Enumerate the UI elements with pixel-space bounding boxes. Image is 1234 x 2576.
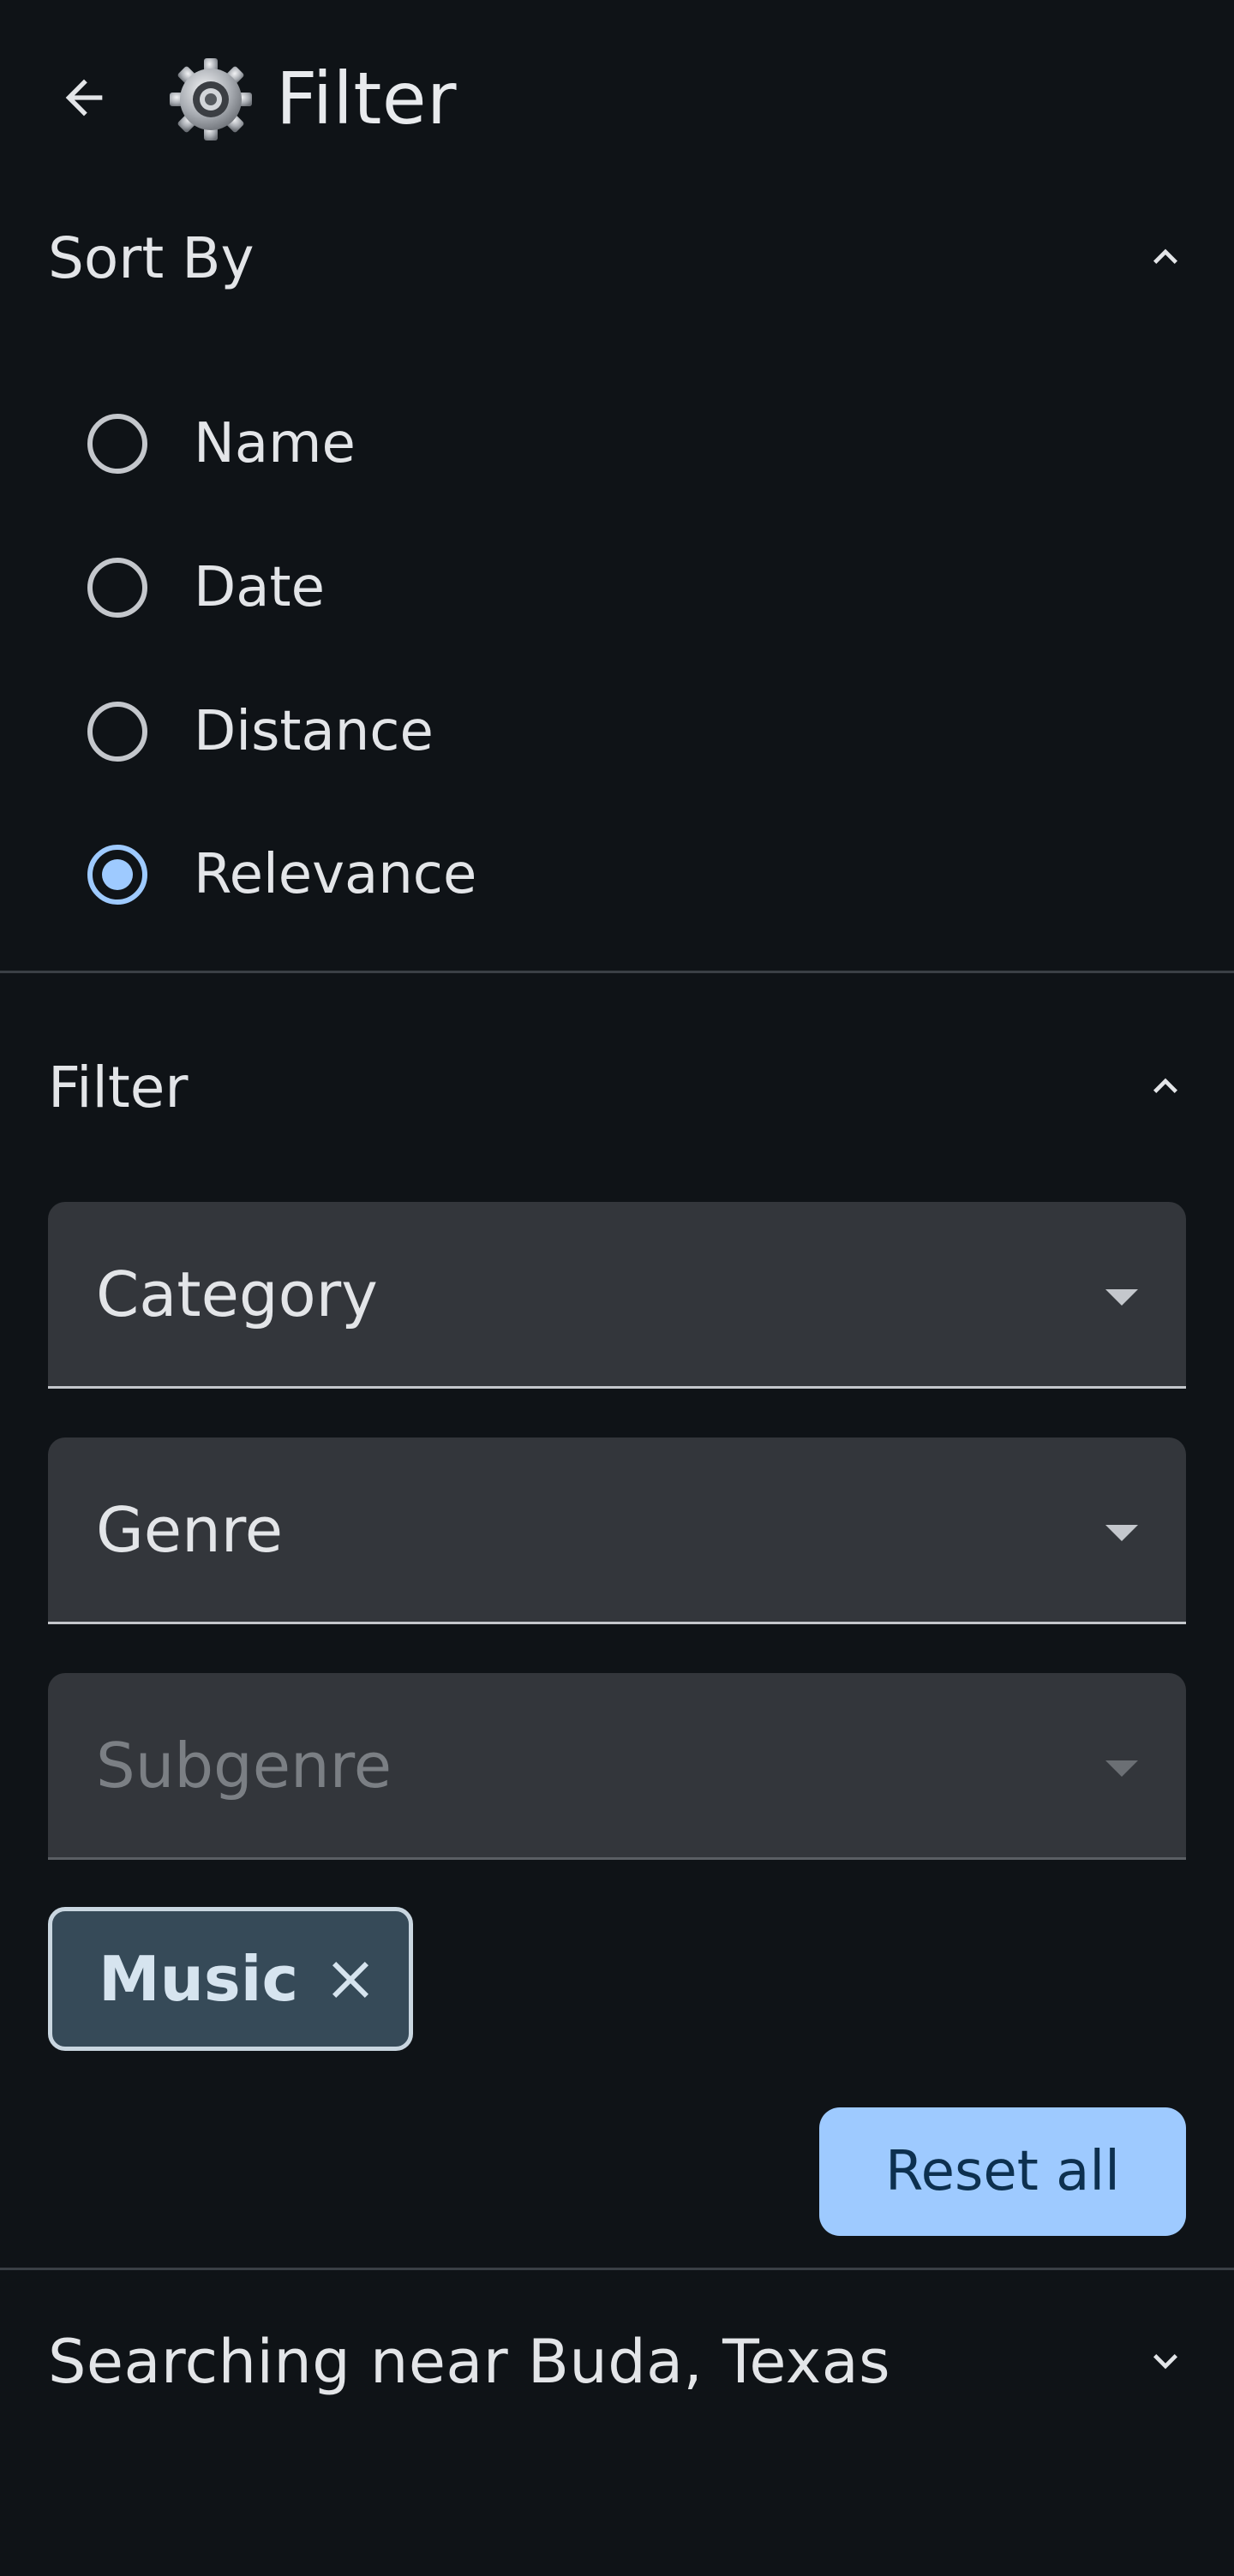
caret-down-icon xyxy=(1105,1289,1138,1306)
arrow-back-icon xyxy=(65,79,103,117)
close-icon[interactable] xyxy=(320,1949,381,2011)
gear-icon xyxy=(170,58,252,140)
sort-by-header[interactable]: Sort By xyxy=(0,207,1234,310)
sort-option-label: Name xyxy=(194,412,356,475)
reset-all-button[interactable]: Reset all xyxy=(819,2107,1186,2236)
sort-option-distance[interactable]: Distance xyxy=(82,684,854,779)
chevron-up-icon xyxy=(1153,248,1177,264)
radio-button-distance[interactable] xyxy=(87,702,147,762)
category-dropdown[interactable]: Category xyxy=(48,1202,1186,1389)
filter-chip-music[interactable]: Music xyxy=(48,1907,413,2051)
caret-down-icon xyxy=(1105,1760,1138,1777)
location-header[interactable]: Searching near Buda, Texas xyxy=(0,2311,1234,2414)
sort-by-title: Sort By xyxy=(48,225,255,291)
subgenre-dropdown-label: Subgenre xyxy=(96,1730,392,1802)
chevron-up-icon xyxy=(1153,1078,1177,1093)
filter-header[interactable]: Filter xyxy=(0,1037,1234,1139)
radio-button-date[interactable] xyxy=(87,558,147,618)
top-app-bar: Filter xyxy=(0,0,1234,197)
sort-option-date[interactable]: Date xyxy=(82,541,854,635)
section-divider xyxy=(0,2268,1234,2270)
sort-option-relevance[interactable]: Relevance xyxy=(82,828,854,922)
genre-dropdown[interactable]: Genre xyxy=(48,1437,1186,1624)
category-dropdown-label: Category xyxy=(96,1258,378,1330)
radio-button-relevance[interactable] xyxy=(87,845,147,905)
location-title: Searching near Buda, Texas xyxy=(48,2327,891,2397)
page-title: Filter xyxy=(276,57,458,140)
sort-option-label: Distance xyxy=(194,700,434,763)
chevron-down-icon xyxy=(1153,2354,1177,2370)
sort-option-label: Date xyxy=(194,556,325,619)
sort-option-name[interactable]: Name xyxy=(82,397,854,491)
back-button[interactable] xyxy=(48,62,120,134)
section-divider xyxy=(0,971,1234,973)
radio-button-name[interactable] xyxy=(87,414,147,474)
sort-option-label: Relevance xyxy=(194,843,477,906)
subgenre-dropdown: Subgenre xyxy=(48,1673,1186,1860)
filter-title: Filter xyxy=(48,1055,189,1121)
chip-label: Music xyxy=(99,1943,299,2015)
caret-down-icon xyxy=(1105,1525,1138,1541)
genre-dropdown-label: Genre xyxy=(96,1494,284,1566)
